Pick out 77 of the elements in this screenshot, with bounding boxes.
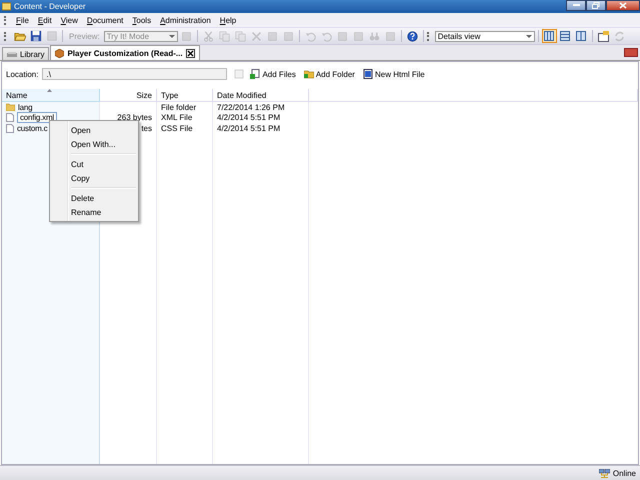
close-tab-button[interactable] [186, 48, 195, 58]
column-header[interactable]: Date Modified [213, 89, 309, 102]
menu-option[interactable]: Delete [52, 191, 136, 205]
folder-icon [14, 30, 26, 42]
menu-option[interactable]: Open With... [52, 137, 136, 151]
redo-icon [320, 30, 332, 42]
column-header[interactable]: Type [157, 89, 213, 102]
menu-item[interactable]: View [56, 16, 82, 24]
close-button[interactable] [606, 0, 640, 11]
view-mode-button[interactable] [558, 29, 573, 43]
network-icon [598, 468, 610, 478]
add-files-button[interactable]: Add Files [248, 69, 298, 79]
table-cell: 4/2/2014 5:51 PM [217, 113, 280, 122]
app-icon [2, 2, 11, 11]
menu-option[interactable]: Rename [52, 205, 136, 219]
table-cell: CSS File [161, 124, 193, 133]
column-header[interactable]: Name [2, 89, 100, 102]
columns-icon [544, 31, 554, 41]
properties-button[interactable] [596, 29, 611, 43]
find-icon [368, 30, 380, 42]
minimize-icon [572, 4, 580, 7]
package-icon [55, 48, 64, 58]
tab[interactable]: Player Customization (Read-... [50, 45, 200, 60]
location-field[interactable]: .\ [42, 68, 228, 80]
table-cell: 4/2/2014 5:51 PM [217, 124, 280, 133]
menu-item[interactable]: Administration [156, 16, 215, 24]
page-icon [46, 30, 58, 42]
location-label: Location: [6, 70, 38, 78]
sort-arrow-icon [47, 89, 52, 92]
add-folder-button[interactable]: Add Folder [302, 69, 357, 79]
delete-icon [250, 30, 262, 42]
menu-option[interactable]: Cut [52, 157, 136, 171]
save-icon [30, 30, 42, 42]
undo-icon [304, 30, 316, 42]
window-title: Content - Developer [14, 2, 86, 11]
add-file-icon [250, 69, 260, 79]
menu-item[interactable]: Tools [128, 16, 156, 24]
tab[interactable]: Library [2, 47, 50, 60]
menu-option[interactable]: Open [52, 123, 136, 137]
table-cell: 263 bytes [117, 113, 152, 122]
menu-item[interactable]: Document [82, 16, 128, 24]
split-icon [576, 31, 586, 41]
help-button[interactable] [404, 29, 420, 43]
rows-icon [560, 31, 570, 41]
menu-item[interactable]: File [12, 16, 33, 24]
close-icon [619, 2, 627, 9]
new-page-icon [362, 69, 373, 79]
close-panel-button[interactable] [624, 48, 638, 57]
minimize-button[interactable] [566, 0, 586, 11]
window-icon [598, 30, 609, 42]
help-icon [406, 30, 418, 42]
restore-button[interactable] [586, 0, 606, 11]
status-text: Online [612, 468, 636, 478]
restore-icon [592, 2, 600, 9]
refresh-icon [614, 30, 625, 42]
save-button[interactable] [28, 29, 43, 43]
view-mode-button[interactable] [542, 29, 557, 43]
view-mode-button[interactable] [574, 29, 589, 43]
file-name[interactable]: lang [18, 102, 32, 112]
menu-item[interactable]: Edit [34, 16, 56, 24]
table-cell: tes [141, 124, 152, 133]
table-cell: XML File [161, 113, 192, 122]
file-name[interactable]: config.xml [17, 112, 58, 124]
page-icon [180, 30, 192, 42]
menu-item[interactable]: Help [216, 16, 240, 24]
add-folder-icon [304, 69, 314, 79]
table-cell: 7/22/2014 1:26 PM [217, 102, 285, 112]
table-cell: File folder [161, 102, 196, 112]
square-icon [266, 30, 278, 42]
view-dropdown[interactable]: Details view [434, 30, 535, 42]
new-html-file-button[interactable]: New Html File [360, 69, 427, 79]
copy-icon [218, 30, 230, 42]
cut-icon [202, 30, 214, 42]
column-header[interactable]: Size [100, 89, 157, 102]
menu-option[interactable]: Copy [52, 171, 136, 185]
paste-icon [234, 30, 246, 42]
up-folder-icon [234, 69, 244, 79]
